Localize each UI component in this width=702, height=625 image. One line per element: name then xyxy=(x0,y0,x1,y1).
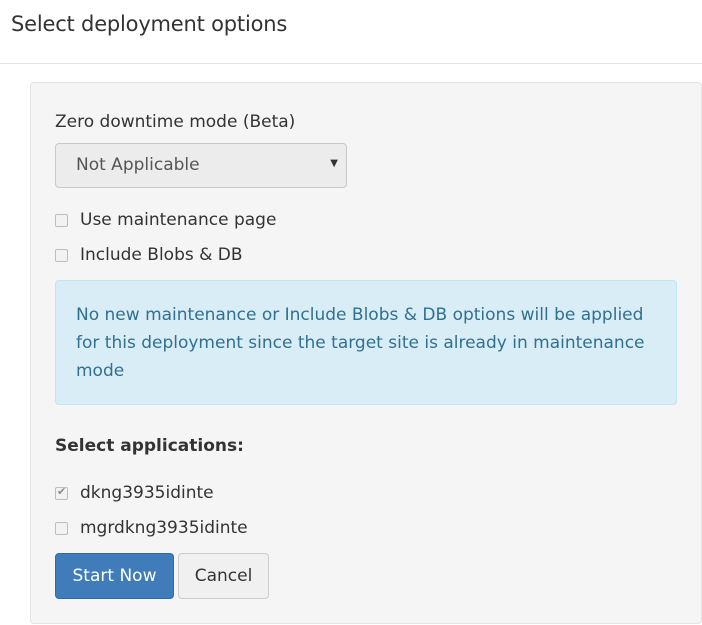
deployment-options-panel: Zero downtime mode (Beta) Not Applicable… xyxy=(30,82,702,624)
application-item[interactable]: dkng3935idinte xyxy=(55,482,214,504)
zero-downtime-label: Zero downtime mode (Beta) xyxy=(55,112,296,132)
application-checkbox-checked[interactable] xyxy=(55,485,68,500)
application-label: mgrdkng3935idinte xyxy=(80,518,248,538)
page-header: Select deployment options xyxy=(0,0,702,64)
page-title: Select deployment options xyxy=(11,12,288,36)
include-blobs-db-option[interactable]: Include Blobs & DB xyxy=(55,244,243,266)
start-now-button[interactable]: Start Now xyxy=(55,553,174,599)
cancel-button[interactable]: Cancel xyxy=(178,553,269,599)
maintenance-info-alert: No new maintenance or Include Blobs & DB… xyxy=(55,280,677,405)
zero-downtime-select[interactable]: Not Applicable ▼ xyxy=(55,143,347,188)
zero-downtime-selected-value: Not Applicable xyxy=(76,155,200,175)
select-applications-title: Select applications: xyxy=(55,436,244,456)
application-label: dkng3935idinte xyxy=(80,483,214,503)
include-blobs-db-checkbox[interactable] xyxy=(55,248,68,262)
caret-down-icon: ▼ xyxy=(330,158,338,169)
application-checkbox[interactable] xyxy=(55,521,68,535)
use-maintenance-page-option[interactable]: Use maintenance page xyxy=(55,209,276,231)
use-maintenance-page-label: Use maintenance page xyxy=(80,210,277,230)
include-blobs-db-label: Include Blobs & DB xyxy=(80,245,243,265)
application-item[interactable]: mgrdkng3935idinte xyxy=(55,517,248,539)
use-maintenance-page-checkbox[interactable] xyxy=(55,213,68,227)
